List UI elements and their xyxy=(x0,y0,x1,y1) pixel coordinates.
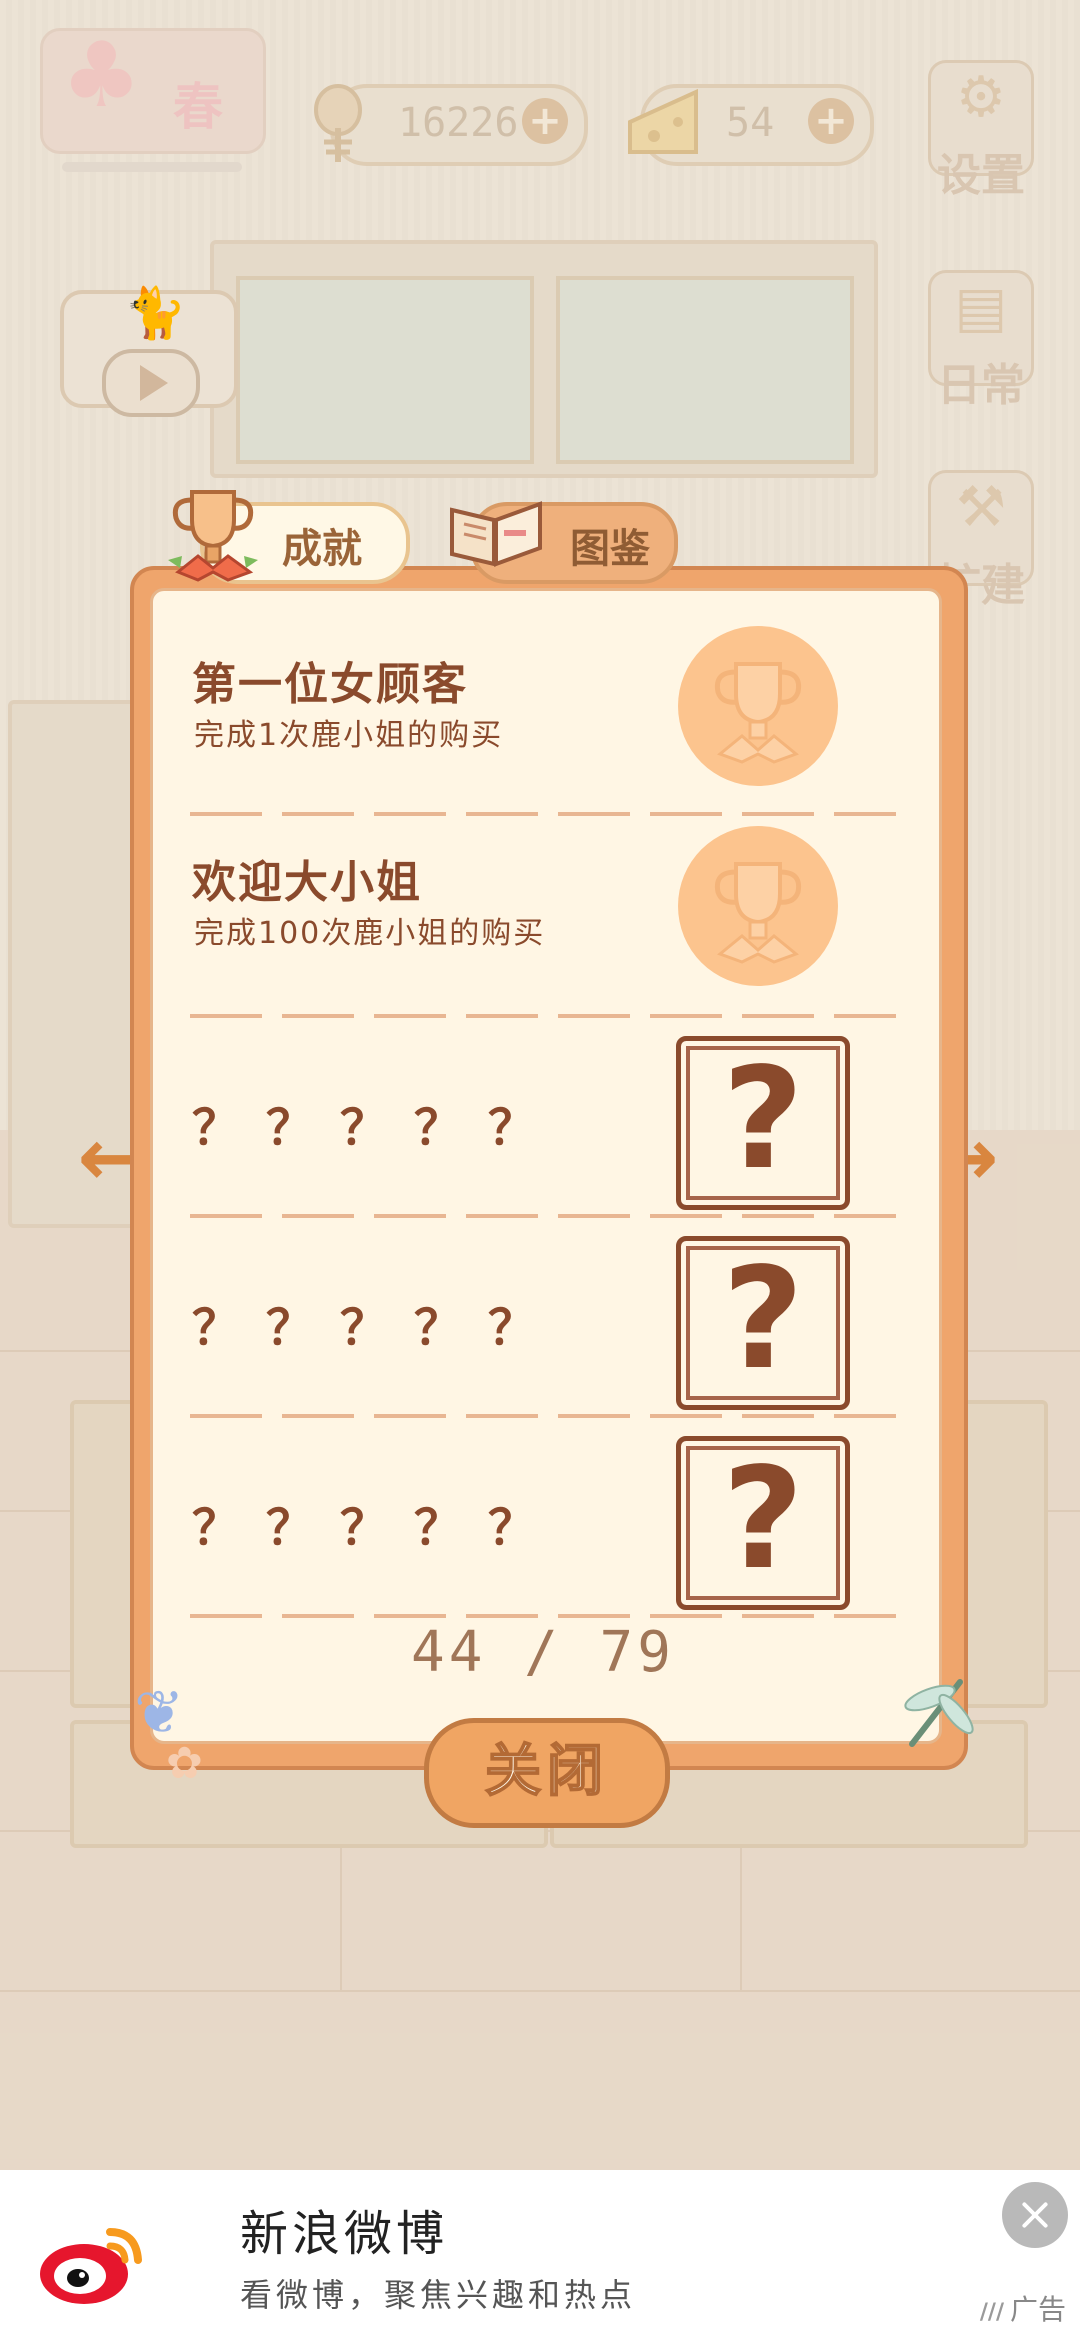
daily-note-icon: ▤ xyxy=(954,275,1008,340)
cheese-count: 54 xyxy=(726,100,775,146)
ad-mark-icon: /// xyxy=(979,2300,1004,2325)
ad-title[interactable]: 新浪微博 xyxy=(240,2194,448,2264)
book-icon xyxy=(450,501,542,567)
ad-subtitle[interactable]: 看微博，聚焦兴趣和热点 xyxy=(240,2270,636,2316)
achievement-item-locked: ？？？？？ ? xyxy=(150,1422,936,1622)
daily-label: 日常 xyxy=(937,360,1025,411)
trophy-icon xyxy=(714,662,802,764)
tree-icon: ♣ xyxy=(61,23,142,128)
divider xyxy=(190,1414,896,1418)
cat-icon: 🐈 xyxy=(124,284,187,342)
locked-reward-box: ? xyxy=(676,1236,850,1410)
trophy-icon xyxy=(168,490,258,582)
weibo-logo-icon xyxy=(40,2228,142,2304)
dragonfly-icon xyxy=(904,1679,974,1747)
achievement-item: 欢迎大小姐 完成100次鹿小姐的购买 xyxy=(150,822,936,1022)
question-icon: ? xyxy=(722,1038,804,1201)
hammer-icon: ⚒ xyxy=(955,475,1007,540)
season-badge[interactable]: ♣ 春 xyxy=(40,28,266,154)
season-progress-bar xyxy=(62,162,242,172)
locked-title: ？？？？？ xyxy=(192,1300,563,1356)
locked-title: ？？？？？ xyxy=(192,1100,563,1156)
achievement-desc: 完成100次鹿小姐的购买 xyxy=(194,916,546,951)
fish-bone-icon xyxy=(306,82,370,184)
achievement-item-locked: ？？？？？ ? xyxy=(150,1222,936,1422)
trophy-medal xyxy=(678,626,838,786)
trophy-medal xyxy=(678,826,838,986)
ad-banner[interactable]: 新浪微博 看微博，聚焦兴趣和热点 xyxy=(0,2170,1080,2340)
achievement-title: 欢迎大小姐 xyxy=(192,857,422,908)
divider xyxy=(190,1014,896,1018)
daily-button[interactable]: ▤ 日常 xyxy=(928,270,1034,411)
question-icon: ? xyxy=(722,1438,804,1601)
achievement-item-locked: ？？？？？ ? xyxy=(150,1022,936,1222)
locked-reward-box: ? xyxy=(676,1436,850,1610)
question-icon: ? xyxy=(722,1238,804,1401)
fish-count: 16226 xyxy=(398,100,519,146)
divider xyxy=(190,812,896,816)
close-button-label: 关闭 xyxy=(484,1738,609,1805)
play-icon xyxy=(102,349,200,417)
achievement-progress: 44 / 79 xyxy=(410,1620,675,1685)
tab-achievements-label: 成就 xyxy=(282,526,362,572)
settings-button[interactable]: ⚙ 设置 xyxy=(928,60,1034,201)
add-cheese-button[interactable]: + xyxy=(808,98,854,144)
cheese-icon xyxy=(624,82,702,178)
locked-title: ？？？？？ xyxy=(192,1500,563,1556)
butterfly-icon: ✿ xyxy=(166,1738,203,1789)
video-ad-button[interactable]: 🐈 xyxy=(60,284,238,417)
locked-reward-box: ? xyxy=(676,1036,850,1210)
gear-icon: ⚙ xyxy=(955,65,1007,130)
ad-close-icon[interactable] xyxy=(1002,2182,1068,2248)
add-fish-button[interactable]: + xyxy=(522,98,568,144)
achievement-title: 第一位女顾客 xyxy=(192,659,468,710)
close-button[interactable]: 关闭 xyxy=(424,1718,670,1828)
ad-tag: ///广告 xyxy=(980,2288,1066,2328)
season-label: 春 xyxy=(173,77,223,136)
achievement-desc: 完成1次鹿小姐的购买 xyxy=(194,718,504,753)
settings-label: 设置 xyxy=(937,150,1025,201)
divider xyxy=(190,1214,896,1218)
cheese-currency: 54 + xyxy=(628,84,874,166)
fish-currency: 16226 + xyxy=(314,84,588,166)
divider xyxy=(190,1614,896,1618)
trophy-icon xyxy=(714,862,802,964)
tab-collection-label: 图鉴 xyxy=(570,526,650,572)
achievement-item: 第一位女顾客 完成1次鹿小姐的购买 xyxy=(150,620,936,820)
ad-tag-label: 广告 xyxy=(1009,2293,1066,2326)
